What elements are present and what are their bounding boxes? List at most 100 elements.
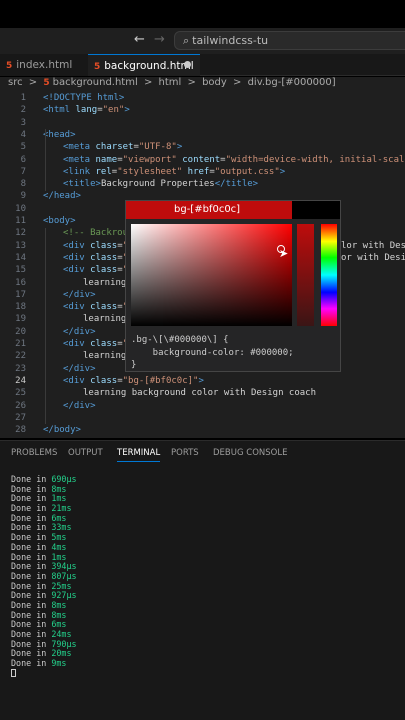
code-token: > — [124, 105, 130, 116]
saturation-box[interactable] — [131, 224, 292, 326]
terminal-duration: 1ms — [51, 551, 67, 562]
terminal-line: Done in 8ms — [11, 610, 77, 620]
code-text: </div> — [63, 290, 96, 300]
color-picker-hover[interactable]: bg-[#bf0c0c] ➤ .bg-\[\#000000\] { backgr… — [125, 200, 341, 372]
terminal-duration: 20ms — [51, 648, 72, 659]
breadcrumb-item[interactable]: src — [8, 77, 23, 88]
code-line[interactable]: 25 learning background color with Design … — [0, 388, 405, 400]
forward-arrow-icon[interactable]: → — [154, 32, 165, 47]
terminal-line: Done in 927µs — [11, 590, 77, 600]
code-token: learning background color with Design co… — [83, 388, 316, 399]
code-token: "bg-[#bf0c0c]" — [122, 375, 199, 386]
code-token: </div> — [63, 400, 96, 411]
indent-guide — [45, 129, 46, 191]
code-token: class — [90, 265, 118, 276]
terminal-duration: 790µs — [51, 638, 77, 649]
code-text: <div class="b — [63, 302, 133, 312]
terminal-duration: 24ms — [51, 629, 72, 639]
code-token: </div> — [63, 289, 96, 300]
code-text: </head> — [43, 191, 81, 201]
search-text: tailwindcss-tu — [192, 34, 269, 47]
chevron-right-icon: > — [28, 77, 38, 88]
line-number: 1 — [20, 93, 26, 103]
code-token: class — [90, 339, 118, 349]
line-number: 10 — [15, 203, 26, 214]
command-center-search[interactable]: ⌕ tailwindcss-tu — [174, 31, 405, 50]
code-line[interactable]: 3 — [0, 118, 405, 130]
code-line[interactable]: 6 <meta name="viewport" content="width=de… — [0, 155, 405, 167]
terminal-prompt[interactable] — [11, 668, 77, 678]
tab-debug-console[interactable]: DEBUG CONSOLE — [213, 448, 287, 458]
code-line[interactable]: 7 <link rel="stylesheet" href="output.css… — [0, 167, 405, 179]
code-token: </body> — [43, 425, 81, 436]
code-line[interactable]: 2 <html lang="en"> — [0, 105, 405, 117]
terminal-duration: 25ms — [51, 580, 72, 591]
line-number: 18 — [15, 302, 26, 313]
terminal-text: Done in — [11, 629, 52, 639]
code-line[interactable]: 8 <title>Background Properties</title> — [0, 179, 405, 191]
terminal-duration: 4ms — [51, 541, 67, 552]
line-number: 4 — [20, 129, 26, 140]
hover-line: .bg-\[\#000000\] { — [131, 335, 229, 345]
original-color-swatch[interactable] — [292, 201, 340, 219]
breadcrumb-item[interactable]: body — [202, 77, 227, 88]
code-text: <div class="bg-[#bf0c0c]"> — [63, 376, 204, 386]
code-token: </title> — [214, 179, 259, 190]
code-line[interactable]: 28 </body> — [0, 425, 405, 437]
code-token: <html — [43, 105, 76, 116]
code-line[interactable]: 4 <head> — [0, 130, 405, 142]
tab-background-html[interactable]: 5 background.html — [88, 54, 200, 76]
line-number: 13 — [15, 240, 26, 251]
terminal-line: Done in 9ms — [11, 658, 77, 668]
terminal-line: Done in 8ms — [11, 600, 77, 610]
unsaved-dot-icon[interactable] — [184, 61, 191, 68]
code-token: > — [279, 166, 286, 177]
code-editor[interactable]: 28 </body> 27 26 </div> 25 learning background… — [0, 92, 405, 438]
breadcrumb-item[interactable]: background.html — [53, 77, 138, 88]
code-text: learning background color with Design co… — [83, 388, 316, 398]
terminal-line: Done in 21ms — [11, 503, 77, 513]
line-number: 8 — [20, 179, 26, 190]
code-line[interactable]: 5 <meta charset="UTF-8"> — [0, 142, 405, 154]
terminal-duration: 8ms — [51, 483, 67, 494]
code-token: </div> — [63, 363, 96, 374]
tab-problems[interactable]: PROBLEMS — [11, 448, 57, 458]
code-token: "output.css" — [214, 166, 280, 177]
terminal-duration: 8ms — [51, 609, 67, 620]
hue-strip[interactable] — [321, 224, 337, 326]
terminal-line: Done in 4ms — [11, 542, 77, 552]
line-number: 19 — [15, 314, 26, 325]
code-line[interactable]: 1 <!DOCTYPE html> — [0, 93, 405, 105]
code-token: </div> — [63, 326, 96, 337]
code-text: </div> — [63, 401, 96, 411]
code-text: <!DOCTYPE html> — [43, 93, 124, 103]
terminal-duration: 927µs — [51, 590, 77, 601]
code-token: content — [176, 154, 221, 165]
terminal-line: Done in 6ms — [11, 513, 77, 523]
code-text: <html lang="en"> — [43, 105, 130, 115]
tab-terminal[interactable]: TERMINAL — [117, 448, 161, 462]
code-token: <link — [63, 166, 96, 177]
tab-label: index.html — [16, 59, 73, 71]
html5-icon: 5 — [6, 61, 13, 71]
code-line[interactable]: 27 — [0, 413, 405, 425]
tab-index-html[interactable]: 5 index.html — [0, 54, 88, 76]
terminal-text: Done in — [11, 541, 52, 552]
breadcrumb-item[interactable]: div.bg-[#000000] — [248, 77, 336, 88]
code-token: "viewport" — [122, 154, 177, 165]
opacity-strip[interactable] — [297, 224, 314, 326]
line-number: 20 — [15, 326, 26, 337]
current-color-swatch[interactable]: bg-[#bf0c0c] — [126, 201, 292, 219]
back-arrow-icon[interactable]: ← — [134, 32, 145, 47]
line-number: 27 — [15, 412, 26, 423]
terminal-output[interactable]: Done in 690µs Done in 8ms Done in 1ms Done … — [11, 474, 77, 677]
code-line[interactable]: 24 <div class="bg-[#bf0c0c]"> — [0, 376, 405, 388]
code-line[interactable]: 26 </div> — [0, 401, 405, 413]
code-token: rel — [95, 166, 112, 177]
tab-ports[interactable]: PORTS — [171, 448, 199, 458]
screen-top-bar — [0, 0, 405, 28]
breadcrumb-item[interactable]: html — [159, 77, 182, 88]
terminal-line: Done in 790µs — [11, 639, 77, 649]
tab-output[interactable]: OUTPUT — [68, 448, 103, 458]
indent-guide — [45, 228, 46, 424]
